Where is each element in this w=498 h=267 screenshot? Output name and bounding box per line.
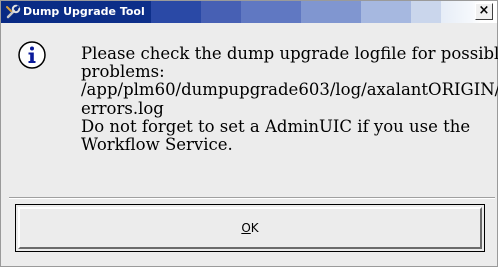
info-icon xyxy=(18,41,46,69)
window-title: Dump Upgrade Tool xyxy=(23,5,145,18)
message-line: Please check the dump upgrade logfile fo… xyxy=(81,44,498,63)
ok-label-rest: K xyxy=(250,221,259,235)
title-bar[interactable]: Dump Upgrade Tool × xyxy=(1,1,497,23)
close-icon: × xyxy=(478,3,490,18)
message-line: problems: xyxy=(81,62,165,82)
ok-button-label: OK xyxy=(241,221,258,235)
message-text: Please check the dump upgrade logfile fo… xyxy=(81,44,498,155)
ok-button[interactable]: OK xyxy=(18,207,482,249)
message-line: errors.log xyxy=(81,98,164,118)
tool-wrench-icon xyxy=(6,4,21,19)
message-line: /app/plm60/dumpupgrade603/log/axalantORI… xyxy=(81,80,498,100)
ok-button-focus-frame: OK xyxy=(15,204,485,252)
button-area-divider xyxy=(9,197,495,199)
message-line: Workflow Service. xyxy=(81,135,233,155)
ok-mnemonic: O xyxy=(241,221,251,235)
message-line: Do not forget to set a AdminUIC if you u… xyxy=(81,116,471,136)
close-button[interactable]: × xyxy=(475,3,493,20)
dialog-window: Dump Upgrade Tool × Please check the dum… xyxy=(0,0,498,267)
